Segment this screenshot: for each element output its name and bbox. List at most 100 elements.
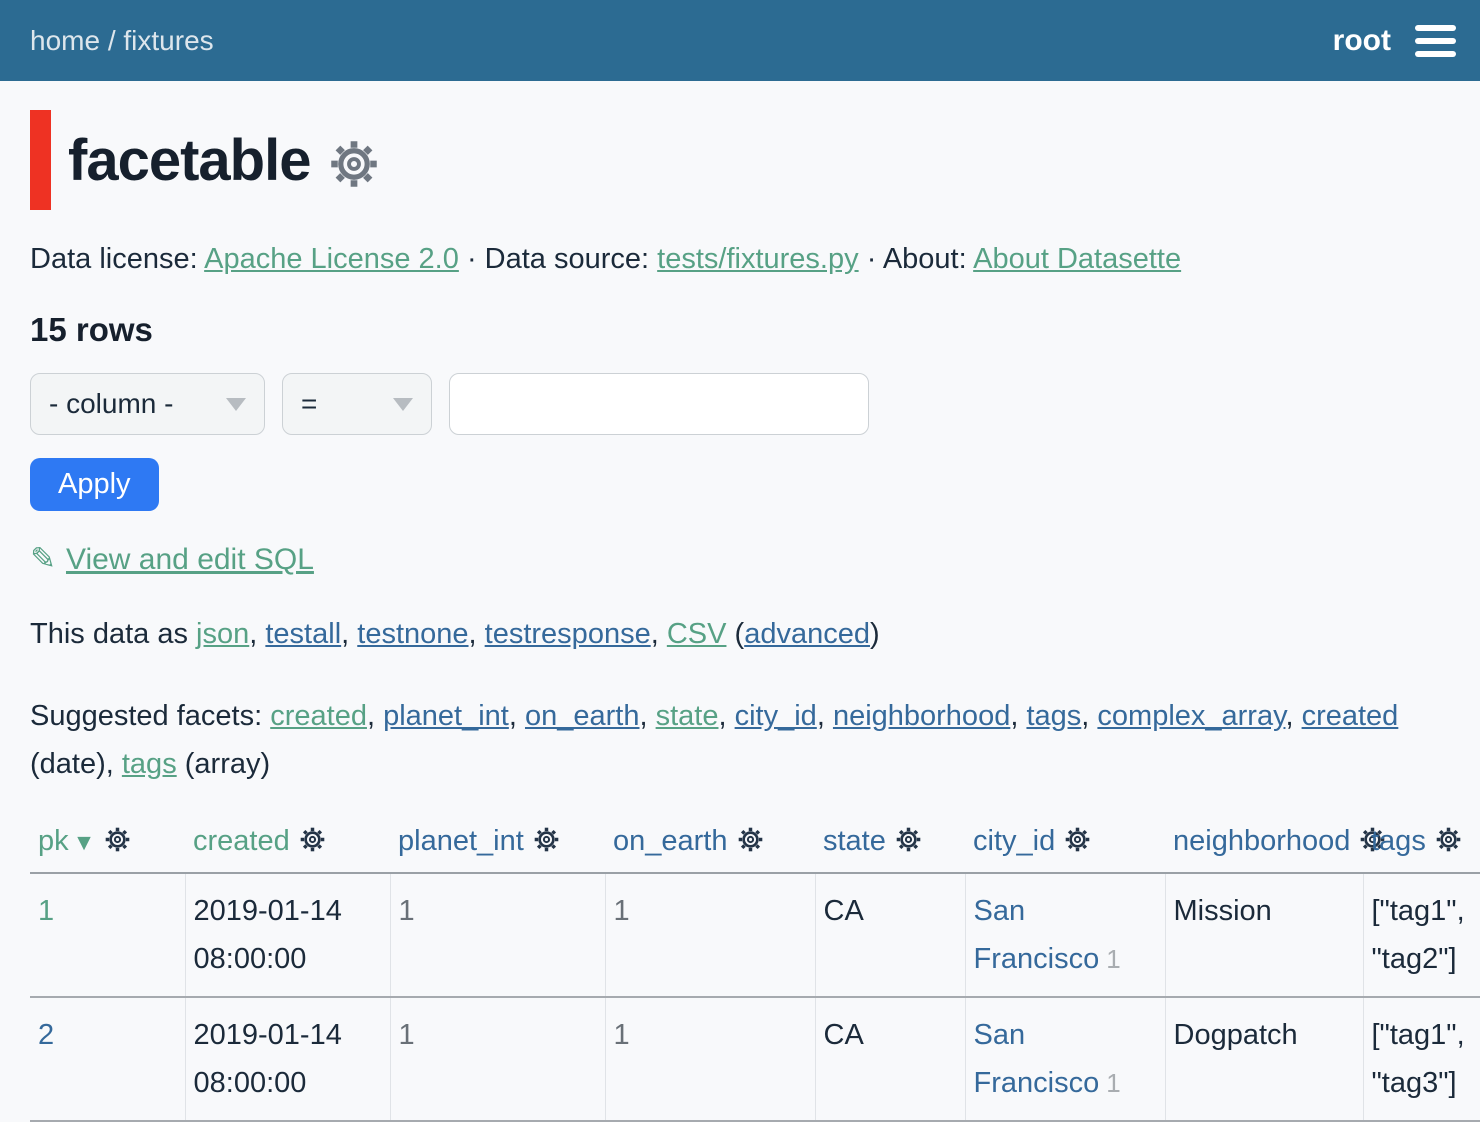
export-link-json[interactable]: json (196, 618, 249, 650)
column-gear-icon[interactable] (1435, 826, 1462, 853)
row-pk-link[interactable]: 2 (38, 1019, 54, 1051)
page-title: facetable (68, 127, 310, 194)
cell-on-earth: 1 (605, 873, 815, 997)
cell-on-earth: 1 (605, 997, 815, 1121)
operator-filter-select[interactable]: = (282, 373, 432, 435)
sort-planet-int-link[interactable]: planet_int (398, 825, 524, 857)
cell-pk: 1 (30, 873, 185, 997)
facet-link-complex-array[interactable]: complex_array (1097, 700, 1285, 732)
facet-link-created-date[interactable]: created (1302, 700, 1399, 732)
facet-link-neighborhood[interactable]: neighborhood (833, 700, 1010, 732)
sql-link-row: ✎ View and edit SQL (30, 541, 1450, 577)
sort-created-link[interactable]: created (193, 825, 290, 857)
city-link[interactable]: San Francisco (974, 895, 1100, 975)
cell-created: 2019-01-14 08:00:00 (185, 997, 390, 1121)
export-link-advanced[interactable]: advanced (744, 618, 870, 650)
facet-link-tags[interactable]: tags (1026, 700, 1081, 732)
sort-state-link[interactable]: state (823, 825, 886, 857)
cell-state: CA (815, 997, 965, 1121)
facet-link-tags-array[interactable]: tags (122, 748, 177, 780)
source-link[interactable]: tests/fixtures.py (657, 243, 858, 275)
source-label: Data source: (485, 243, 649, 275)
breadcrumb-database-link[interactable]: fixtures (123, 25, 213, 56)
breadcrumb-separator: / (108, 25, 116, 56)
cell-pk: 2 (30, 997, 185, 1121)
column-header-neighborhood: neighborhood (1165, 825, 1363, 873)
cell-tags: ["tag1", "tag2"] (1363, 873, 1480, 997)
header-actions: root (1333, 21, 1458, 61)
main-content: facetable Data license: Apache License 2… (0, 110, 1480, 1122)
view-edit-sql-link[interactable]: View and edit SQL (66, 543, 314, 576)
row-count-heading: 15 rows (30, 311, 1450, 349)
export-prefix: This data as (30, 618, 188, 650)
sort-on-earth-link[interactable]: on_earth (613, 825, 728, 857)
cell-neighborhood: Dogpatch (1165, 997, 1363, 1121)
export-link-testall[interactable]: testall (265, 618, 341, 650)
site-header: home / fixtures root (0, 0, 1480, 81)
cell-planet-int: 1 (390, 873, 605, 997)
cell-planet-int: 1 (390, 997, 605, 1121)
apply-button[interactable]: Apply (30, 458, 159, 511)
chevron-down-icon (393, 398, 413, 411)
sort-neighborhood-link[interactable]: neighborhood (1173, 825, 1350, 857)
city-id-badge: 1 (1106, 1068, 1120, 1098)
facet-link-state[interactable]: state (656, 700, 719, 732)
table-row: 1 2019-01-14 08:00:00 1 1 CA San Francis… (30, 873, 1480, 997)
facet-link-planet-int[interactable]: planet_int (383, 700, 509, 732)
about-link[interactable]: About Datasette (973, 243, 1181, 275)
about-label: About: (883, 243, 967, 275)
metadata-separator: · (467, 243, 477, 275)
column-header-state: state (815, 825, 965, 873)
filter-controls: - column - = (30, 373, 1450, 435)
row-pk-link[interactable]: 1 (38, 895, 54, 927)
database-metadata: Data license: Apache License 2.0 · Data … (30, 243, 1450, 276)
sort-city-id-link[interactable]: city_id (973, 825, 1055, 857)
cell-created: 2019-01-14 08:00:00 (185, 873, 390, 997)
column-header-city-id: city_id (965, 825, 1165, 873)
cell-city-id: San Francisco1 (965, 997, 1165, 1121)
suggested-facets-row: Suggested facets: created, planet_int, o… (30, 692, 1450, 788)
city-id-badge: 1 (1106, 944, 1120, 974)
column-gear-icon[interactable] (1064, 826, 1091, 853)
facet-link-on-earth[interactable]: on_earth (525, 700, 640, 732)
column-header-pk: pk▼ (30, 825, 185, 873)
hamburger-menu-icon[interactable] (1413, 21, 1458, 61)
column-header-planet-int: planet_int (390, 825, 605, 873)
sort-pk-link[interactable]: pk (38, 825, 69, 857)
column-gear-icon[interactable] (533, 826, 560, 853)
cell-city-id: San Francisco1 (965, 873, 1165, 997)
pencil-icon: ✎ (30, 541, 56, 576)
sort-tags-link[interactable]: tags (1371, 825, 1426, 857)
cell-neighborhood: Mission (1165, 873, 1363, 997)
breadcrumb: home / fixtures (30, 25, 214, 57)
column-header-on-earth: on_earth (605, 825, 815, 873)
title-accent-bar (30, 110, 51, 210)
chevron-down-icon (226, 398, 246, 411)
logged-in-user-label[interactable]: root (1333, 24, 1391, 58)
city-link[interactable]: San Francisco (974, 1019, 1100, 1099)
table-header-row: pk▼ created planet_int on_earth state ci… (30, 825, 1480, 873)
column-filter-selected-value: - column - (49, 388, 173, 420)
export-link-csv[interactable]: CSV (667, 618, 727, 650)
data-table: pk▼ created planet_int on_earth state ci… (30, 825, 1480, 1122)
license-label: Data license: (30, 243, 198, 275)
cell-tags: ["tag1", "tag3"] (1363, 997, 1480, 1121)
filter-value-input[interactable] (449, 373, 869, 435)
column-gear-icon[interactable] (895, 826, 922, 853)
column-gear-icon[interactable] (737, 826, 764, 853)
export-links-row: This data as json, testall, testnone, te… (30, 618, 1450, 651)
facet-link-city-id[interactable]: city_id (735, 700, 817, 732)
column-gear-icon[interactable] (299, 826, 326, 853)
page-title-row: facetable (30, 110, 1450, 210)
column-filter-select[interactable]: - column - (30, 373, 265, 435)
column-header-tags: tags (1363, 825, 1480, 873)
cell-state: CA (815, 873, 965, 997)
export-link-testnone[interactable]: testnone (357, 618, 468, 650)
breadcrumb-home-link[interactable]: home (30, 25, 100, 56)
export-link-testresponse[interactable]: testresponse (485, 618, 651, 650)
license-link[interactable]: Apache License 2.0 (204, 243, 459, 275)
sort-desc-icon: ▼ (73, 829, 96, 855)
facet-link-created[interactable]: created (270, 700, 367, 732)
column-gear-icon[interactable] (104, 826, 131, 853)
table-settings-gear-icon[interactable] (328, 138, 380, 190)
